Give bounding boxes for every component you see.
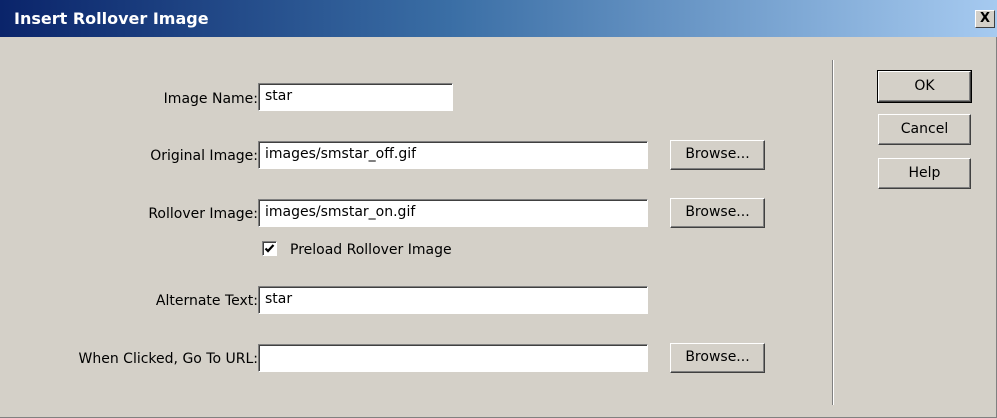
go-to-url-label: When Clicked, Go To URL: (78, 351, 258, 367)
close-icon: X (979, 11, 991, 26)
preload-rollover-label[interactable]: Preload Rollover Image (290, 242, 452, 258)
rollover-image-input[interactable]: images/smstar_on.gif (258, 199, 648, 227)
title-bar[interactable]: Insert Rollover Image X (0, 0, 997, 37)
check-mark-icon (264, 244, 275, 253)
original-image-label: Original Image: (150, 148, 258, 164)
rollover-image-browse-button[interactable]: Browse... (670, 198, 765, 228)
preload-rollover-checkbox[interactable] (262, 241, 277, 256)
help-button[interactable]: Help (878, 158, 971, 189)
alternate-text-label: Alternate Text: (155, 293, 258, 309)
image-name-label: Image Name: (163, 91, 258, 107)
go-to-url-browse-button[interactable]: Browse... (670, 343, 765, 373)
dialog-title: Insert Rollover Image (14, 9, 209, 28)
original-image-browse-button[interactable]: Browse... (670, 140, 765, 170)
cancel-button[interactable]: Cancel (878, 114, 971, 145)
alternate-text-input[interactable]: star (258, 286, 648, 314)
go-to-url-input[interactable] (258, 344, 648, 372)
vertical-divider (832, 60, 834, 405)
close-button[interactable]: X (975, 10, 995, 28)
ok-button[interactable]: OK (877, 70, 972, 103)
original-image-input[interactable]: images/smstar_off.gif (258, 141, 648, 169)
image-name-input[interactable]: star (258, 83, 453, 111)
insert-rollover-image-dialog: Insert Rollover Image X Image Name: star… (0, 0, 997, 418)
rollover-image-label: Rollover Image: (148, 206, 258, 222)
